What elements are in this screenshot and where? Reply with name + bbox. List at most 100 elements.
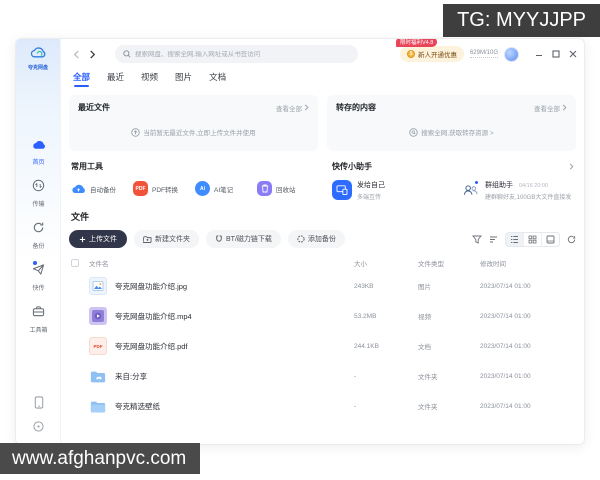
sidebar-bottom <box>16 396 61 432</box>
view-options <box>472 231 576 247</box>
recent-files-card: 最近文件 查看全部 当前暂无最近文件,立即上传文件并使用 <box>69 95 318 151</box>
watermark-telegram: TG: MYYJJPP <box>443 4 600 37</box>
notification-dot <box>475 181 478 184</box>
sidebar-item-transfer[interactable]: 传输 <box>32 179 45 208</box>
minimize-icon[interactable] <box>535 50 543 58</box>
select-all-checkbox[interactable] <box>71 258 79 267</box>
table-row[interactable]: 夸克网盘功能介绍.mp4 53.2MB 视频 2023/07/14 01:00 <box>69 301 576 331</box>
quick-item-subtitle: 多端互传 <box>357 195 382 201</box>
list-view-icon[interactable] <box>506 232 523 246</box>
sidebar-item-backup[interactable]: 备份 <box>32 221 45 250</box>
saved-content-title: 转存的内容 <box>336 103 376 112</box>
sidebar-item-toolbox[interactable]: 工具箱 <box>29 305 48 334</box>
search-input[interactable] <box>135 50 350 58</box>
storage-quota[interactable]: 629M/10G <box>469 50 498 58</box>
help-icon[interactable] <box>33 421 44 432</box>
recent-view-all-link[interactable]: 查看全部 <box>276 103 309 113</box>
summary-cards: 最近文件 查看全部 当前暂无最近文件,立即上传文件并使用 转存的内容 查看全部 … <box>69 95 576 151</box>
bt-magnet-download-button[interactable]: BT/磁力链下载 <box>206 230 281 248</box>
view-all-label: 查看全部 <box>534 105 560 113</box>
saved-empty-state[interactable]: 搜索全网,获取转存资源 > <box>327 127 576 137</box>
app-logo[interactable]: 夸克网盘 <box>16 39 60 71</box>
tab-video[interactable]: 视频 <box>141 71 158 86</box>
toolbox-icon <box>32 305 45 323</box>
table-row[interactable]: 夸克精选壁纸 - 文件夹 2023/07/14 01:00 <box>69 391 576 421</box>
page: TG: MYYJJPP 夸克网盘 首页 传输 备份 快传 工具箱 搜索网盘、搜索… <box>0 0 600 480</box>
common-tools-items: 自动备份 PDF PDF转换 Ai AI笔记 回收站 <box>71 181 319 196</box>
vip-coin-icon: $ <box>406 50 415 58</box>
tool-recycle-bin[interactable]: 回收站 <box>257 181 319 196</box>
sidebar-item-label: 快传 <box>32 286 45 292</box>
upload-file-button[interactable]: 上传文件 <box>69 230 127 248</box>
file-modified: 2023/07/14 01:00 <box>480 372 531 380</box>
folder-plus-icon <box>143 236 152 243</box>
tool-label: 自动备份 <box>90 186 116 194</box>
table-row[interactable]: PDF 夸克网盘功能介绍.pdf 244.1KB 文档 2023/07/14 0… <box>69 331 576 361</box>
video-file-icon <box>89 307 107 325</box>
refresh-icon[interactable] <box>567 235 576 244</box>
close-icon[interactable] <box>569 50 577 58</box>
table-row[interactable]: 来自:分享 - 文件夹 2023/07/14 01:00 <box>69 361 576 391</box>
chevron-right-icon <box>562 104 567 111</box>
recent-empty-text: 当前暂无最近文件,立即上传文件并使用 <box>143 130 256 137</box>
sidebar-item-home[interactable]: 首页 <box>32 137 46 166</box>
trash-icon <box>257 181 272 196</box>
file-size: - <box>354 372 357 380</box>
quick-send-items: 发给自己 多端互传 群组助手 04/16 20:00 建群聊好友,100GB大文… <box>332 180 574 201</box>
app-logo-label: 夸克网盘 <box>27 65 48 71</box>
grid-view-icon[interactable] <box>523 232 541 246</box>
quick-send-more-link[interactable] <box>569 163 574 170</box>
nav-forward-icon[interactable] <box>85 47 99 61</box>
window-controls <box>535 50 577 58</box>
ai-notes-icon: Ai <box>195 181 210 196</box>
tool-label: 回收站 <box>276 186 296 194</box>
file-type: 文档 <box>418 344 431 351</box>
large-icon-view-icon[interactable] <box>541 232 559 246</box>
quick-item-group-assistant[interactable]: 群组助手 04/16 20:00 建群聊好友,100GB大文件直接发 <box>460 180 574 201</box>
search-bar[interactable] <box>115 45 358 63</box>
tool-auto-backup[interactable]: 自动备份 <box>71 181 133 196</box>
sort-icon[interactable] <box>489 235 498 244</box>
tab-all[interactable]: 全部 <box>73 71 90 87</box>
tab-recent[interactable]: 最近 <box>107 71 124 86</box>
plus-icon <box>79 236 86 242</box>
tab-document[interactable]: 文档 <box>209 71 226 86</box>
group-people-icon <box>460 180 480 200</box>
file-name: 夸克网盘功能介绍.pdf <box>115 341 188 351</box>
chevron-right-icon <box>569 163 574 170</box>
search-icon <box>123 45 131 63</box>
file-modified: 2023/07/14 01:00 <box>480 282 531 290</box>
chevron-right-icon <box>304 104 309 111</box>
nav-back-icon[interactable] <box>69 47 83 61</box>
devices-icon <box>332 180 352 200</box>
tab-image[interactable]: 图片 <box>175 71 192 86</box>
table-row[interactable]: 夸克网盘功能介绍.jpg 243KB 图片 2023/07/14 01:00 <box>69 271 576 301</box>
saved-view-all-link[interactable]: 查看全部 <box>534 103 567 113</box>
topbar-right: 限时福利V4.8 $ 新人开通优惠 629M/10G <box>395 39 577 62</box>
file-size: 243KB <box>354 282 374 290</box>
sidebar-item-quick-send[interactable]: 快传 <box>32 261 45 292</box>
add-backup-button[interactable]: 添加备份 <box>287 230 345 248</box>
tool-label: AI笔记 <box>214 186 234 194</box>
user-avatar[interactable] <box>504 46 519 62</box>
column-modified: 修改时间 <box>480 260 506 268</box>
new-folder-button[interactable]: 新建文件夹 <box>134 230 199 248</box>
bt-download-label: BT/磁力链下载 <box>226 236 272 243</box>
sidebar-nav: 首页 传输 备份 快传 工具箱 <box>16 137 61 334</box>
filter-funnel-icon[interactable] <box>472 235 482 244</box>
maximize-icon[interactable] <box>552 50 560 58</box>
file-modified: 2023/07/14 01:00 <box>480 342 531 350</box>
recent-empty-state[interactable]: 当前暂无最近文件,立即上传文件并使用 <box>69 127 318 137</box>
tool-ai-notes[interactable]: Ai AI笔记 <box>195 181 257 196</box>
watermark-telegram-text: TG: MYYJJPP <box>457 9 586 31</box>
promo-button[interactable]: $ 新人开通优惠 <box>399 46 464 62</box>
sidebar-item-label: 工具箱 <box>29 328 48 334</box>
home-cloud-icon <box>32 137 46 155</box>
tool-label: PDF转换 <box>152 186 178 194</box>
mobile-app-icon[interactable] <box>34 396 44 409</box>
tool-pdf-convert[interactable]: PDF PDF转换 <box>133 181 195 196</box>
column-size: 大小 <box>354 260 367 268</box>
quick-item-send-to-self[interactable]: 发给自己 多端互传 <box>332 180 460 201</box>
quick-send-title: 快传小助手 <box>332 162 372 171</box>
quick-item-subtitle: 建群聊好友,100GB大文件直接发 <box>485 195 572 201</box>
